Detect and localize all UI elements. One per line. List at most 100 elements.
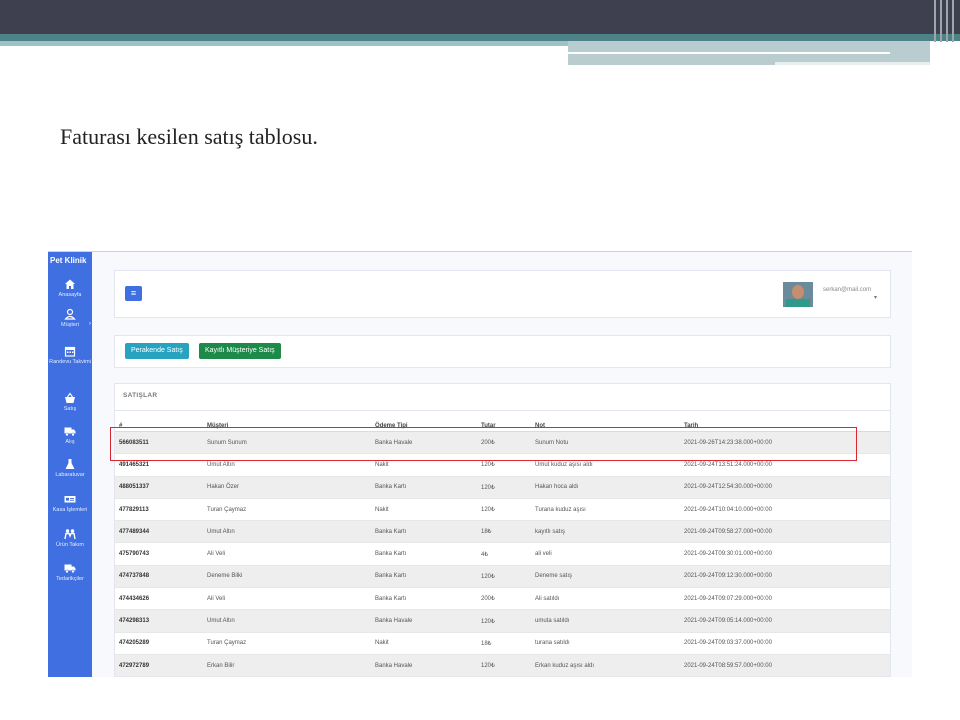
sidebar: Pet Klinik Anasayfa Müşteri › Randevu Ta… [48,252,92,677]
table-cell: 2021-09-24T09:58:27.000+00:00 [680,520,890,544]
sidebar-item-label: Alış [65,439,75,445]
slide-accent-line [568,52,890,54]
table-cell: 2021-09-24T09:07:29.000+00:00 [680,587,890,611]
basket-icon [65,392,75,403]
cash-icon [64,496,76,503]
registered-customer-sale-button[interactable]: Kayıtlı Müşteriye Satış [199,343,281,359]
table-cell: 2021-09-24T09:03:37.000+00:00 [680,632,890,655]
sidebar-item-urun-takim[interactable]: Ürün Takım [48,528,92,549]
table-cell: Erkan kuduz aşısı aldı [531,654,680,677]
table-cell: 475790743 [115,542,203,566]
table-cell: 120₺ [477,654,531,677]
table-row[interactable]: 474737848 Deneme Bilki Banka Kartı 120₺ Dene… [115,565,890,589]
table-cell: 200₺ [477,587,531,611]
table-cell: Banka Kartı [371,476,477,499]
retail-sale-button[interactable]: Perakende Satış [125,343,189,359]
sale-actions-bar: Perakende Satış Kayıtlı Müşteriye Satış [114,335,891,368]
table-cell: 120₺ [477,609,531,633]
sidebar-item-label: Satış [63,406,77,412]
table-cell: Banka Kartı [371,565,477,589]
sidebar-item-satis[interactable]: Satış [48,392,92,413]
table-row[interactable]: 472972789 Erkan Bilir Banka Havale 120₺ Erka… [115,654,890,677]
table-cell: Turan Çaymaz [203,632,371,655]
table-cell: Ali Veli [203,542,371,566]
table-cell: Nakit [371,632,477,655]
slide-accent-stripe-light [0,41,568,46]
sidebar-item-musteri[interactable]: Müşteri [48,308,92,329]
topbar: ≡ serkan@mail.com ▾ [114,270,891,318]
user-email[interactable]: serkan@mail.com [823,287,871,293]
divider [115,410,890,411]
sidebar-item-label: Anasayfa [58,292,82,298]
table-cell: Hakan hoca aldı [531,476,680,499]
people-icon [64,529,76,540]
table-row[interactable]: 475790743 Ali Veli Banka Kartı 4₺ ali veli 20… [115,542,890,566]
table-cell: 2021-09-24T08:59:57.000+00:00 [680,654,890,677]
table-row[interactable]: 474434626 Ali Veli Banka Kartı 200₺ Ali satı… [115,587,890,611]
sidebar-item-anasayfa[interactable]: Anasayfa [48,278,92,299]
table-cell: Banka Havale [371,609,477,633]
table-cell: Banka Kartı [371,520,477,544]
sidebar-item-label: Müşteri [60,322,80,328]
flask-icon [65,459,75,469]
table-cell: Hakan Özer [203,476,371,499]
table-cell: 18₺ [477,520,531,544]
highlighted-row-box [110,427,857,461]
table-cell: kayıtlı satış [531,520,680,544]
truck-icon [64,427,76,437]
table-row[interactable]: 488051337 Hakan Özer Banka Kartı 120₺ Hakan … [115,476,890,499]
sidebar-item-label: Labaratuvar [55,472,85,478]
table-cell: Ali Veli [203,587,371,611]
slide-corner-lines [930,0,960,42]
sidebar-item-labaratuvar[interactable]: Labaratuvar [48,458,92,479]
table-row[interactable]: 477489344 Umut Altın Banka Kartı 18₺ kayıtlı… [115,520,890,544]
menu-toggle-button[interactable]: ≡ [125,286,142,301]
app-screenshot: Pet Klinik Anasayfa Müşteri › Randevu Ta… [48,251,912,677]
table-cell: 2021-09-24T09:12:30.000+00:00 [680,565,890,589]
table-cell: 477489344 [115,520,203,544]
slide-header-bar [0,0,960,34]
table-cell: Deneme satış [531,565,680,589]
table-row[interactable]: 474298313 Umut Altın Banka Havale 120₺ umuta… [115,609,890,633]
sidebar-item-kasa[interactable]: Kasa İşlemleri [48,493,92,514]
sidebar-item-tedarikciler[interactable]: Tedarikçiler [48,562,92,583]
table-row[interactable]: 474205289 Turan Çaymaz Nakit 18₺ turana satı… [115,632,890,655]
table-cell: Banka Kartı [371,542,477,566]
table-cell: 2021-09-24T10:04:10.000+00:00 [680,498,890,522]
table-cell: 120₺ [477,565,531,589]
sidebar-item-label: Ürün Takım [55,542,85,548]
sidebar-item-label: Randevu Takvimi [49,359,91,365]
avatar[interactable] [783,282,813,307]
chevron-down-icon[interactable]: ▾ [874,294,877,301]
table-cell: 472972789 [115,654,203,677]
chevron-right-icon: › [89,321,91,327]
sidebar-item-label: Kasa İşlemleri [52,507,88,513]
table-cell: Erkan Bilir [203,654,371,677]
slide-caption: Faturası kesilen satış tablosu. [60,124,318,149]
user-icon [64,308,76,320]
table-title: SATIŞLAR [123,392,158,399]
table-row[interactable]: 477829113 Turan Çaymaz Nakit 120₺ Turana kud… [115,498,890,522]
calendar-icon [64,346,76,357]
slide-accent-line [775,62,930,65]
slide-accent-stripe [0,34,960,41]
table-cell: 2021-09-24T09:30:01.000+00:00 [680,542,890,566]
table-cell: ali veli [531,542,680,566]
table-cell: 2021-09-24T12:54:30.000+00:00 [680,476,890,499]
sidebar-item-alis[interactable]: Alış [48,425,92,446]
table-cell: Ali satıldı [531,587,680,611]
table-cell: turana satıldı [531,632,680,655]
table-cell: 120₺ [477,498,531,522]
table-cell: Deneme Bilki [203,565,371,589]
table-cell: 488051337 [115,476,203,499]
sidebar-item-randevu[interactable]: Randevu Takvimi [48,345,92,366]
truck-icon [64,564,76,574]
table-cell: Turana kuduz aşısı [531,498,680,522]
sidebar-item-label: Tedarikçiler [56,576,84,582]
table-cell: Banka Havale [371,654,477,677]
bars-icon: ≡ [130,288,137,298]
table-cell: 4₺ [477,542,531,566]
table-cell: 474737848 [115,565,203,589]
table-cell: 474298313 [115,609,203,633]
brand-logo[interactable]: Pet Klinik [50,256,86,265]
